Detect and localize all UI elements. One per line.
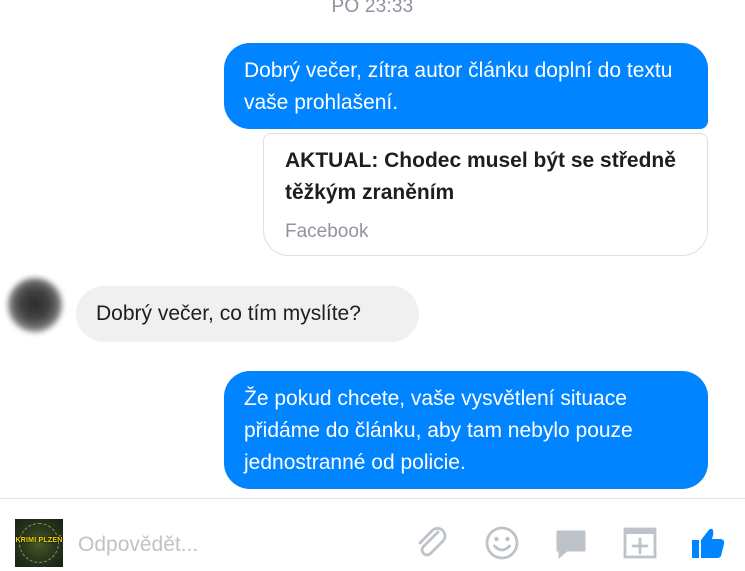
avatar-logo-text: KRIMI PLZEŇ	[15, 537, 63, 544]
sticker-button[interactable]	[551, 523, 591, 563]
link-preview-card[interactable]: AKTUAL: Chodec musel být se středně těžk…	[263, 133, 708, 256]
gif-button[interactable]	[620, 523, 660, 563]
page-avatar[interactable]: KRIMI PLZEŇ	[15, 519, 63, 567]
gif-icon	[623, 527, 657, 559]
incoming-message-bubble[interactable]: Dobrý večer, co tím myslíte?	[76, 286, 419, 342]
outgoing-message-bubble[interactable]: Dobrý večer, zítra autor článku doplní d…	[224, 43, 708, 129]
paperclip-icon	[418, 527, 447, 557]
sticker-icon	[556, 530, 586, 559]
reply-input[interactable]	[78, 529, 378, 561]
timestamp: PO 23:33	[331, 0, 414, 17]
composer-bar: KRIMI PLZEŇ	[0, 498, 745, 571]
like-icon	[692, 528, 725, 558]
link-preview-title: AKTUAL: Chodec musel být se středně těžk…	[285, 149, 676, 204]
link-preview-source: Facebook	[285, 221, 369, 242]
attach-file-button[interactable]	[412, 523, 452, 563]
emoji-button[interactable]	[482, 523, 522, 563]
outgoing-message-bubble[interactable]: Že pokud chcete, vaše vysvětlení situace…	[224, 371, 708, 489]
contact-avatar[interactable]	[8, 278, 62, 332]
emoji-icon	[485, 526, 519, 560]
like-button[interactable]	[688, 523, 728, 563]
